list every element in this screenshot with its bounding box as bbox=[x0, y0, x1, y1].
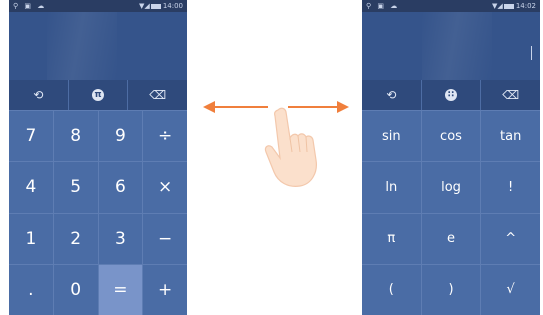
key-1[interactable]: 1 bbox=[9, 213, 53, 264]
notification-icons: ⚲ ▣ ☁ bbox=[13, 2, 47, 10]
backspace-icon: ⌫ bbox=[149, 88, 167, 102]
key-factorial[interactable]: ! bbox=[481, 162, 540, 213]
advanced-panel-button[interactable]: π bbox=[69, 80, 129, 110]
notification-icons: ⚲ ▣ ☁ bbox=[366, 2, 400, 10]
key-7[interactable]: 7 bbox=[9, 111, 53, 162]
digits-icon: ∷ bbox=[445, 89, 457, 101]
key-cos[interactable]: cos bbox=[421, 111, 481, 162]
calculator-display bbox=[9, 12, 187, 80]
key-decimal[interactable]: . bbox=[9, 264, 53, 315]
key-close-paren[interactable]: ) bbox=[421, 264, 481, 315]
key-3[interactable]: 3 bbox=[98, 213, 143, 264]
basic-keypad: 7 8 9 ÷ 4 5 6 × 1 2 3 − . 0 = + bbox=[9, 111, 187, 315]
history-button[interactable]: ⟲ bbox=[362, 80, 422, 110]
key-log[interactable]: log bbox=[421, 162, 481, 213]
key-divide[interactable]: ÷ bbox=[143, 111, 187, 162]
arrow-left-head bbox=[203, 101, 215, 113]
basic-calculator-screen: ⚲ ▣ ☁ ▼◢ 14:00 ⟲ π ⌫ 7 8 9 ÷ 4 5 6 × 1 2 … bbox=[9, 0, 187, 315]
history-icon: ⟲ bbox=[33, 88, 44, 102]
key-equals[interactable]: = bbox=[98, 264, 143, 315]
key-5[interactable]: 5 bbox=[53, 162, 98, 213]
key-6[interactable]: 6 bbox=[98, 162, 143, 213]
key-plus[interactable]: + bbox=[143, 264, 187, 315]
key-ln[interactable]: ln bbox=[362, 162, 421, 213]
battery-icon bbox=[503, 3, 514, 9]
key-9[interactable]: 9 bbox=[98, 111, 143, 162]
swipe-hand-icon bbox=[264, 107, 317, 187]
function-bar: ⟲ ∷ ⌫ bbox=[362, 80, 540, 111]
key-multiply[interactable]: × bbox=[143, 162, 187, 213]
key-4[interactable]: 4 bbox=[9, 162, 53, 213]
function-bar: ⟲ π ⌫ bbox=[9, 80, 187, 111]
advanced-calculator-screen: ⚲ ▣ ☁ ▼◢ 14:02 ⟲ ∷ ⌫ sin cos tan ln log !… bbox=[362, 0, 540, 315]
key-open-paren[interactable]: ( bbox=[362, 264, 421, 315]
status-right: ▼◢ 14:02 bbox=[492, 0, 536, 12]
signal-icon: ▼◢ bbox=[139, 2, 150, 10]
status-bar: ⚲ ▣ ☁ ▼◢ 14:02 bbox=[362, 0, 540, 12]
text-cursor bbox=[531, 46, 532, 60]
clock: 14:00 bbox=[162, 2, 183, 10]
advanced-keypad: sin cos tan ln log ! π e ^ ( ) √ bbox=[362, 111, 540, 315]
signal-icon: ▼◢ bbox=[492, 2, 503, 10]
backspace-button[interactable]: ⌫ bbox=[128, 80, 187, 110]
arrow-left-line bbox=[214, 106, 268, 108]
key-pi[interactable]: π bbox=[362, 213, 421, 264]
clock: 14:02 bbox=[515, 2, 536, 10]
key-tan[interactable]: tan bbox=[481, 111, 540, 162]
key-sin[interactable]: sin bbox=[362, 111, 421, 162]
arrow-right-head bbox=[337, 101, 349, 113]
backspace-icon: ⌫ bbox=[502, 88, 520, 102]
key-2[interactable]: 2 bbox=[53, 213, 98, 264]
basic-panel-button[interactable]: ∷ bbox=[422, 80, 482, 110]
backspace-button[interactable]: ⌫ bbox=[481, 80, 540, 110]
status-bar: ⚲ ▣ ☁ ▼◢ 14:00 bbox=[9, 0, 187, 12]
history-icon: ⟲ bbox=[386, 88, 397, 102]
key-e[interactable]: e bbox=[421, 213, 481, 264]
status-right: ▼◢ 14:00 bbox=[139, 0, 183, 12]
key-power[interactable]: ^ bbox=[481, 213, 540, 264]
key-sqrt[interactable]: √ bbox=[481, 264, 540, 315]
battery-icon bbox=[150, 3, 161, 9]
key-0[interactable]: 0 bbox=[53, 264, 98, 315]
key-8[interactable]: 8 bbox=[53, 111, 98, 162]
calculator-display bbox=[362, 12, 540, 80]
pi-icon: π bbox=[92, 89, 104, 101]
history-button[interactable]: ⟲ bbox=[9, 80, 69, 110]
key-minus[interactable]: − bbox=[143, 213, 187, 264]
